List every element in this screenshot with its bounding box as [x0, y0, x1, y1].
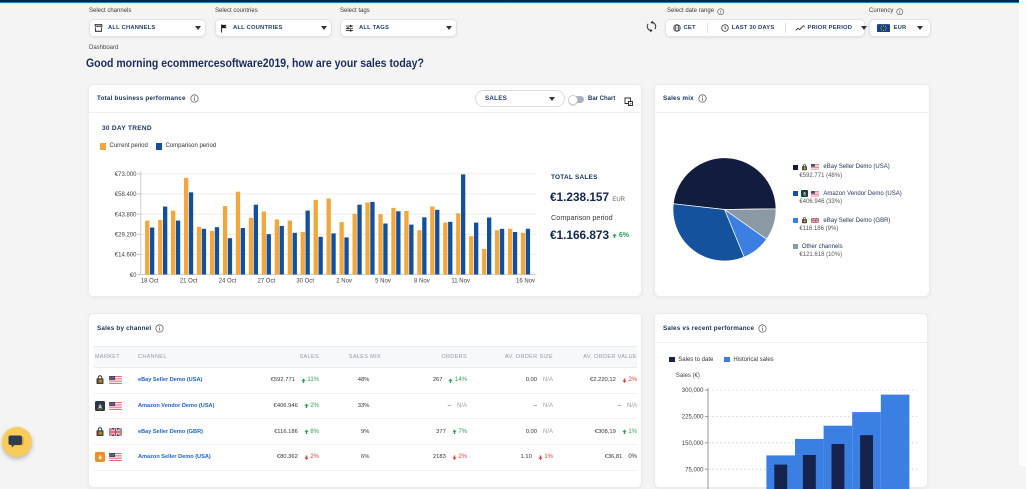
svg-text:€58.400: €58.400 — [115, 192, 137, 198]
svg-text:300,000: 300,000 — [682, 388, 704, 394]
svg-text:€43.800: €43.800 — [115, 212, 137, 218]
svg-text:150,000: 150,000 — [682, 441, 704, 447]
svg-text:€14.600: €14.600 — [115, 253, 137, 259]
svg-text:16 Nov: 16 Nov — [516, 279, 535, 285]
svg-text:11 Nov: 11 Nov — [451, 279, 470, 285]
svg-text:8 Nov: 8 Nov — [414, 279, 430, 285]
svg-text:30 Oct: 30 Oct — [296, 279, 314, 285]
svg-text:24 Oct: 24 Oct — [219, 279, 237, 285]
svg-text:€29.200: €29.200 — [115, 232, 137, 238]
svg-text:5 Nov: 5 Nov — [375, 279, 391, 285]
svg-text:18 Oct: 18 Oct — [141, 279, 159, 285]
svg-text:75,000: 75,000 — [685, 467, 704, 473]
svg-text:2 Nov: 2 Nov — [336, 279, 352, 285]
svg-text:21 Oct: 21 Oct — [180, 279, 198, 285]
svg-text:27 Oct: 27 Oct — [257, 279, 275, 285]
svg-text:225,000: 225,000 — [682, 415, 704, 421]
svg-text:€0: €0 — [130, 273, 137, 279]
svg-text:€73.000: €73.000 — [115, 172, 137, 178]
